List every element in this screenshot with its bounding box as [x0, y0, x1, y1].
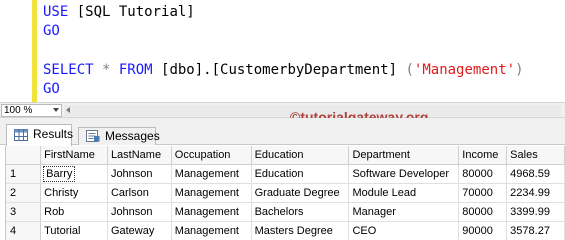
column-header-education[interactable]: Education — [251, 146, 350, 165]
table-row[interactable]: 3 Rob Johnson Management Bachelors Manag… — [6, 202, 565, 222]
string-literal: 'Management' — [413, 62, 516, 78]
cell-income[interactable]: 70000 — [458, 183, 508, 203]
row-number[interactable]: 2 — [6, 183, 42, 203]
tab-results-label: Results — [33, 127, 74, 141]
cell-income[interactable]: 80000 — [458, 202, 508, 222]
tab-results[interactable]: Results — [6, 124, 74, 146]
cell-income[interactable]: 80000 — [458, 164, 508, 184]
code-line-1[interactable]: USE [SQL Tutorial] — [43, 3, 195, 21]
cell-sales[interactable]: 4968.59 — [506, 164, 565, 184]
keyword-go: GO — [43, 81, 60, 97]
cell-education[interactable]: Bachelors — [251, 202, 350, 222]
cell-education[interactable]: Masters Degree — [251, 221, 350, 240]
cell-lastname[interactable]: Johnson — [107, 202, 172, 222]
zoom-dropdown[interactable]: 100 % — [1, 104, 62, 117]
table-row[interactable]: 1 Barry Johnson Management Education Sof… — [6, 164, 565, 184]
results-grid[interactable]: FirstName LastName Occupation Education … — [5, 146, 565, 240]
cell-department[interactable]: Module Lead — [348, 183, 460, 203]
cell-department[interactable]: Software Developer — [348, 164, 460, 184]
chevron-down-icon — [53, 108, 59, 112]
grid-icon — [14, 129, 28, 141]
cell-occupation[interactable]: Management — [171, 164, 252, 184]
tab-messages[interactable]: Messages — [78, 127, 160, 145]
cell-firstname[interactable]: Rob — [40, 202, 108, 222]
results-table: FirstName LastName Occupation Education … — [6, 146, 565, 240]
selected-cell-value: Barry — [43, 165, 76, 182]
right-paren: ) — [515, 62, 524, 78]
code-line-3[interactable]: SELECT * FROM [dbo].[CustomerbyDepartmen… — [43, 61, 524, 79]
column-header-occupation[interactable]: Occupation — [171, 146, 252, 165]
row-number[interactable]: 3 — [6, 202, 42, 222]
cell-firstname[interactable]: Christy — [40, 183, 108, 203]
cell-sales[interactable]: 2234.99 — [506, 183, 565, 203]
cell-income[interactable]: 90000 — [458, 221, 508, 240]
results-tab-strip: Results Messages — [0, 118, 565, 146]
tab-messages-label: Messages — [105, 129, 160, 143]
cell-sales[interactable]: 3578.27 — [506, 221, 565, 240]
row-number-header[interactable] — [6, 146, 42, 165]
cell-sales[interactable]: 3399.99 — [506, 202, 565, 222]
cell-lastname[interactable]: Carlson — [107, 183, 172, 203]
row-number[interactable]: 1 — [6, 164, 42, 184]
cell-firstname[interactable]: Tutorial — [40, 221, 108, 240]
keyword-from: FROM — [118, 62, 153, 78]
cell-department[interactable]: CEO — [348, 221, 460, 240]
column-header-firstname[interactable]: FirstName — [40, 146, 108, 165]
cell-education[interactable]: Education — [251, 164, 350, 184]
column-header-department[interactable]: Department — [348, 146, 460, 165]
column-header-income[interactable]: Income — [458, 146, 508, 165]
row-number[interactable]: 4 — [6, 221, 42, 240]
query-editor[interactable]: USE [SQL Tutorial] GO SELECT * FROM [dbo… — [0, 0, 565, 102]
column-header-lastname[interactable]: LastName — [107, 146, 172, 165]
cell-department[interactable]: Manager — [348, 202, 460, 222]
code-line-2[interactable]: GO — [43, 22, 60, 40]
change-tracking-bar — [32, 0, 37, 102]
keyword-use: USE — [43, 4, 69, 20]
cell-occupation[interactable]: Management — [171, 202, 252, 222]
cell-occupation[interactable]: Management — [171, 221, 252, 240]
editor-margin — [0, 0, 9, 102]
scroll-left-arrow-icon[interactable] — [66, 107, 70, 113]
table-row[interactable]: 2 Christy Carlson Management Graduate De… — [6, 183, 565, 203]
cell-lastname[interactable]: Johnson — [107, 164, 172, 184]
database-name: [SQL Tutorial] — [68, 4, 195, 20]
table-row[interactable]: 4 Tutorial Gateway Management Masters De… — [6, 221, 565, 240]
cell-firstname[interactable]: Barry — [40, 164, 108, 184]
keyword-go: GO — [43, 23, 60, 39]
editor-status-bar: 100 % — [0, 102, 565, 118]
column-header-sales[interactable]: Sales — [506, 146, 565, 165]
code-line-4[interactable]: GO — [43, 80, 60, 98]
keyword-select: SELECT — [43, 62, 94, 78]
zoom-value: 100 % — [4, 105, 33, 116]
cell-education[interactable]: Graduate Degree — [251, 183, 350, 203]
cell-occupation[interactable]: Management — [171, 183, 252, 203]
header-row: FirstName LastName Occupation Education … — [6, 146, 565, 165]
object-name: [dbo].[CustomerbyDepartment] — [152, 62, 406, 78]
left-paren: ( — [405, 62, 414, 78]
messages-icon — [86, 130, 100, 142]
cell-lastname[interactable]: Gateway — [107, 221, 172, 240]
asterisk-operator: * — [93, 62, 119, 78]
